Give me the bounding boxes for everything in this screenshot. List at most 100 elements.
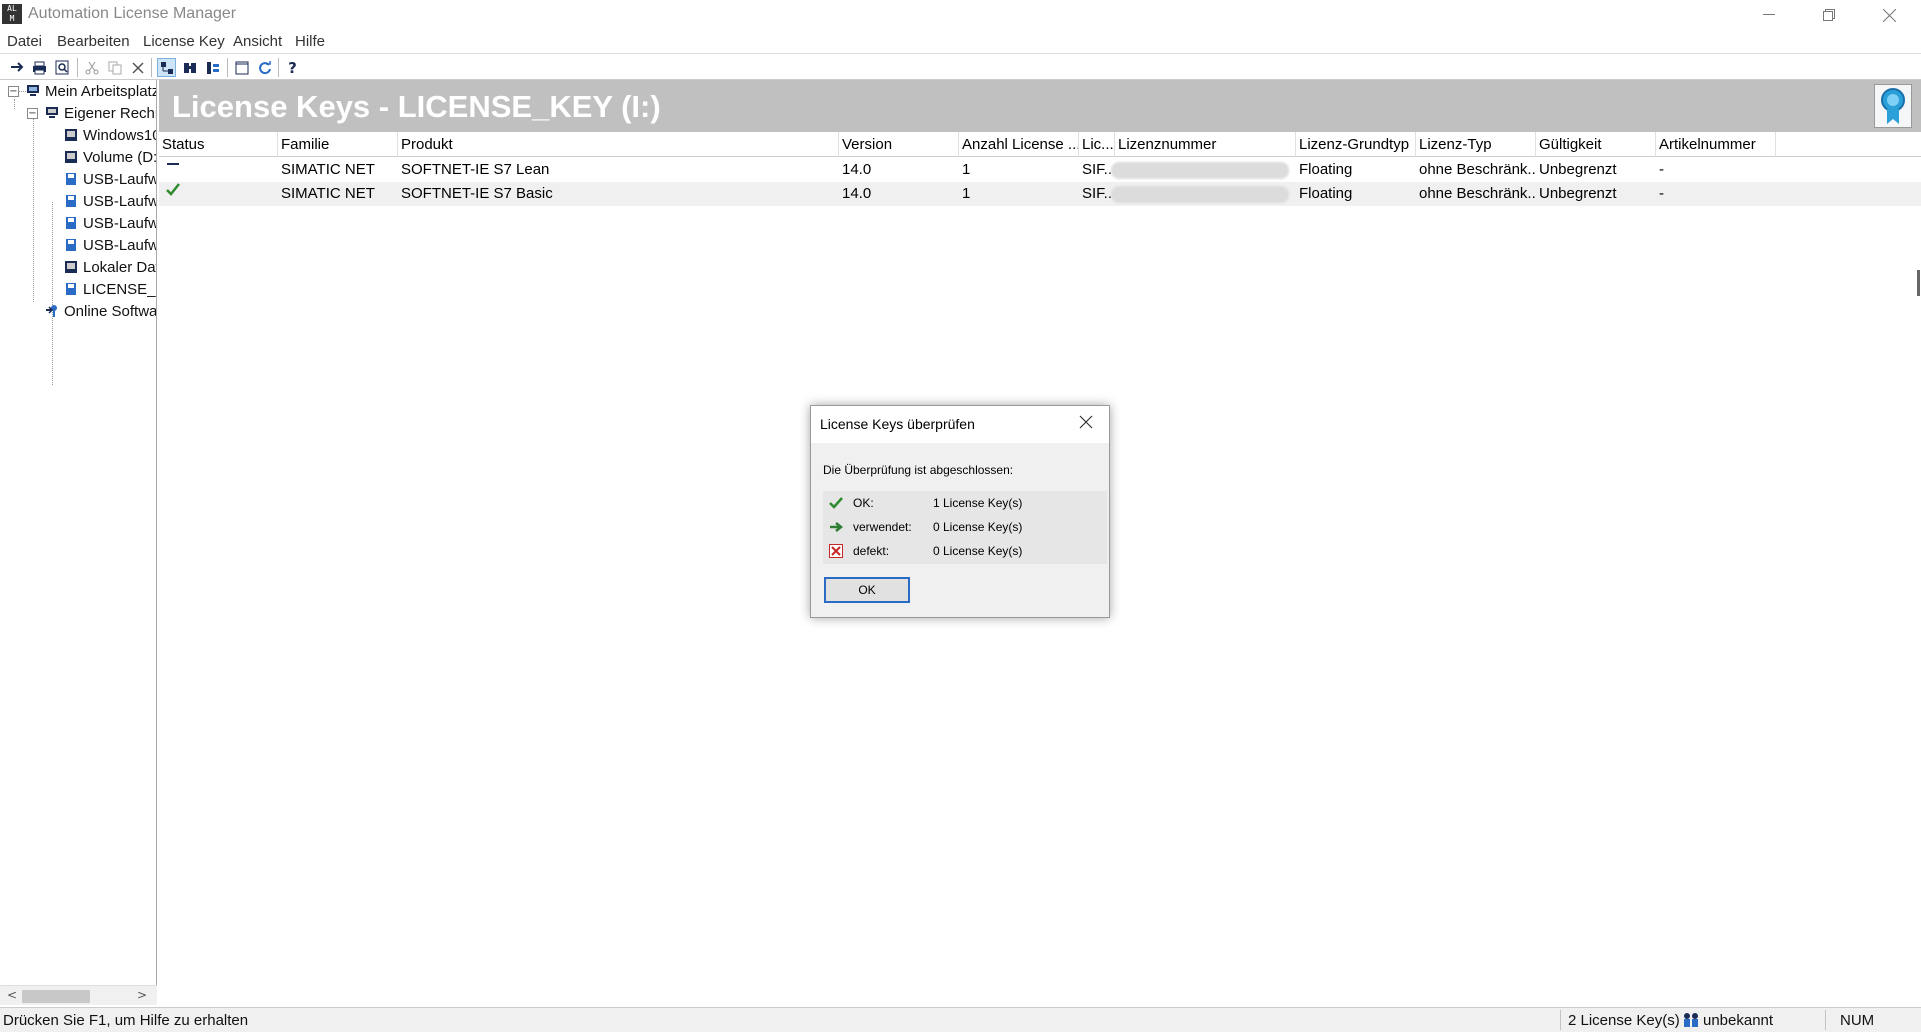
tree-item-mein-arbeitsplatz[interactable]: Mein Arbeitsplatz: [25, 80, 157, 102]
minimize-button[interactable]: [1740, 0, 1798, 30]
usb-drive-icon: [63, 193, 79, 209]
arrow-right-icon: [829, 520, 843, 534]
tree-item-usb-1[interactable]: USB-Laufwerk: [63, 168, 157, 190]
cut-icon[interactable]: [82, 58, 101, 77]
menu-bar: Datei Bearbeiten License Key Ansicht Hil…: [0, 30, 1921, 54]
copy-icon[interactable]: [105, 58, 124, 77]
close-window-button[interactable]: [1860, 0, 1918, 30]
result-label: defekt:: [853, 544, 890, 558]
tree-item-license-key[interactable]: LICENSE_KEY (I:): [63, 278, 156, 300]
tree-item-label: USB-Laufwerk: [83, 192, 157, 210]
column-header-gueltigkeit[interactable]: Gültigkeit: [1536, 132, 1656, 157]
result-list: OK: 1 License Key(s) verwendet: 0 Licens…: [823, 491, 1107, 564]
tree-item-label: LICENSE_KEY (I:): [83, 280, 156, 298]
scrollbar-thumb[interactable]: [22, 990, 90, 1003]
usb-drive-icon: [63, 281, 79, 297]
cell-gueltigkeit: Unbegrenzt: [1539, 185, 1617, 202]
menu-datei[interactable]: Datei: [7, 33, 42, 50]
result-row-defect: defekt: 0 License Key(s): [823, 539, 1107, 563]
tree-item-label: Eigener Rechner: [64, 104, 156, 122]
result-label: verwendet:: [853, 520, 912, 534]
usb-drive-icon: [63, 171, 79, 187]
tree-connector: [33, 118, 34, 302]
window-edge-marker: [1917, 270, 1920, 296]
refresh-icon[interactable]: [255, 58, 274, 77]
column-header-familie[interactable]: Familie: [278, 132, 398, 157]
menu-ansicht[interactable]: Ansicht: [233, 33, 282, 50]
column-header-produkt[interactable]: Produkt: [398, 132, 839, 157]
tree-collapse-toggle[interactable]: −: [8, 86, 19, 97]
delete-icon[interactable]: [128, 58, 147, 77]
column-header-lizenznummer[interactable]: Lizenznummer: [1115, 132, 1296, 157]
drive-icon: [63, 127, 79, 143]
status-key-count: 2 License Key(s): [1568, 1012, 1680, 1029]
column-header-artikelnummer[interactable]: Artikelnummer: [1656, 132, 1776, 157]
tree-item-label: USB-Laufwerk: [83, 170, 157, 188]
cell-lic: SIF...: [1082, 161, 1115, 178]
tree-item-online-software[interactable]: Online Software: [44, 300, 157, 322]
tree-item-windows[interactable]: Windows10: [63, 124, 156, 146]
toolbar-separator: [227, 58, 228, 77]
people-icon: [1682, 1012, 1700, 1032]
network-icon: [44, 303, 60, 319]
menu-license-key[interactable]: License Key: [143, 33, 225, 50]
table-row[interactable]: SIMATIC NET SOFTNET-IE S7 Basic 14.0 1 S…: [159, 182, 1921, 206]
status-separator: [1560, 1010, 1561, 1030]
tree-icon[interactable]: [203, 58, 222, 77]
column-header-lic[interactable]: Lic...: [1079, 132, 1115, 157]
dialog-title-bar: License Keys überprüfen: [811, 406, 1109, 443]
restore-button[interactable]: [1800, 0, 1858, 30]
tree-item-volume-d[interactable]: Volume (D:): [63, 146, 157, 168]
result-value: 1 License Key(s): [933, 496, 1023, 510]
cell-familie: SIMATIC NET: [281, 161, 375, 178]
computer-icon: [25, 83, 41, 99]
result-label: OK:: [853, 496, 874, 510]
column-header-status[interactable]: Status: [159, 132, 278, 157]
column-header-version[interactable]: Version: [839, 132, 959, 157]
tree-item-label: Mein Arbeitsplatz: [45, 82, 157, 100]
dialog-message: Die Überprüfung ist abgeschlossen:: [823, 463, 1014, 477]
help-icon[interactable]: ?: [283, 58, 302, 77]
status-dash-icon: [162, 158, 277, 182]
filter-icon[interactable]: [180, 58, 199, 77]
tree-collapse-toggle[interactable]: −: [27, 108, 38, 119]
error-x-icon: [829, 544, 843, 558]
tree-item-usb-2[interactable]: USB-Laufwerk: [63, 190, 157, 212]
tree-item-label: USB-Laufwerk: [83, 214, 157, 232]
menu-hilfe[interactable]: Hilfe: [295, 33, 325, 50]
column-header-anzahl[interactable]: Anzahl License ...: [959, 132, 1079, 157]
column-header-grundtyp[interactable]: Lizenz-Grundtyp: [1296, 132, 1416, 157]
redacted-license-number: [1111, 186, 1289, 203]
title-bar: AL M Automation License Manager: [0, 0, 1921, 30]
restore-icon: [1823, 9, 1835, 21]
license-view-icon[interactable]: [157, 58, 176, 77]
dialog-close-button[interactable]: [1079, 413, 1093, 434]
table-row[interactable]: SIMATIC NET SOFTNET-IE S7 Lean 14.0 1 SI…: [159, 158, 1921, 182]
cell-grundtyp: Floating: [1299, 185, 1353, 202]
preview-icon[interactable]: [53, 58, 72, 77]
chevron-right-icon[interactable]: >: [137, 988, 147, 1002]
tree-item-lokaler-datentraeger[interactable]: Lokaler Datenträger: [63, 256, 156, 278]
menu-bearbeiten[interactable]: Bearbeiten: [57, 33, 130, 50]
status-help-text: Drücken Sie F1, um Hilfe zu erhalten: [3, 1012, 249, 1029]
tree-item-usb-3[interactable]: USB-Laufwerk: [63, 212, 157, 234]
cell-lic: SIF...: [1082, 185, 1115, 202]
check-license-dialog: License Keys überprüfen Die Überprüfung …: [810, 405, 1110, 618]
chevron-left-icon[interactable]: <: [7, 988, 17, 1002]
print-icon[interactable]: [30, 58, 49, 77]
drive-icon: [63, 149, 79, 165]
window-icon[interactable]: [232, 58, 251, 77]
redacted-license-number: [1111, 162, 1289, 179]
cell-version: 14.0: [842, 185, 872, 202]
transfer-icon[interactable]: [8, 58, 27, 77]
tree-item-label: Online Software: [64, 302, 157, 320]
tree-item-eigener-rechner[interactable]: Eigener Rechner: [44, 102, 156, 124]
tree-item-label: Volume (D:): [83, 148, 157, 166]
column-header-typ[interactable]: Lizenz-Typ: [1416, 132, 1536, 157]
tree-item-usb-4[interactable]: USB-Laufwerk: [63, 234, 156, 256]
license-award-icon: [1874, 84, 1912, 128]
tree-horizontal-scrollbar[interactable]: < >: [0, 985, 157, 1005]
ok-button[interactable]: OK: [824, 577, 910, 603]
result-row-used: verwendet: 0 License Key(s): [823, 515, 1107, 539]
result-value: 0 License Key(s): [933, 520, 1023, 534]
